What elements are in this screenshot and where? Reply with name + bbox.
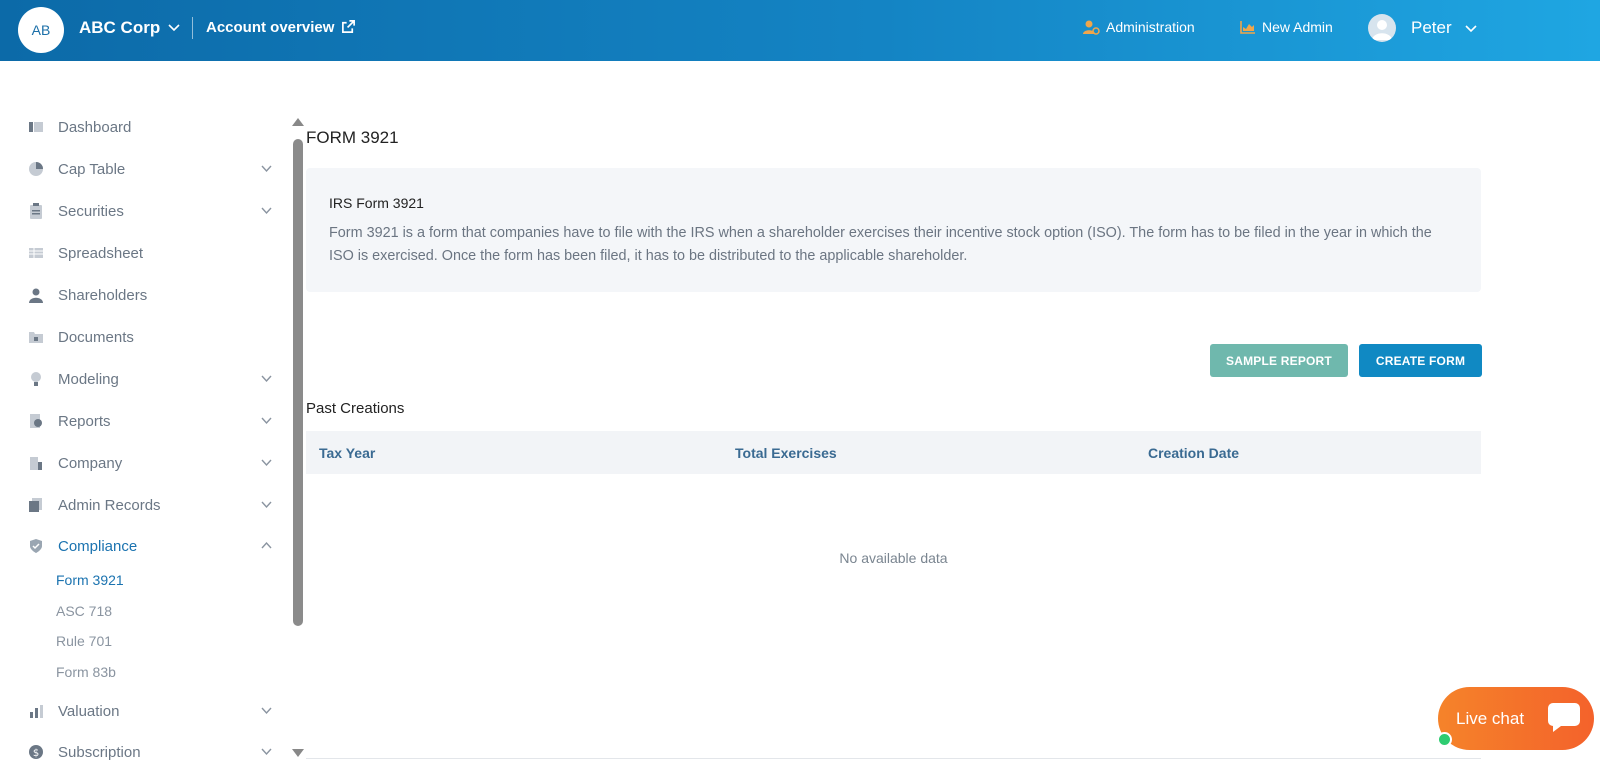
past-creations-heading: Past Creations bbox=[306, 400, 405, 417]
scroll-down-arrow[interactable] bbox=[292, 749, 304, 757]
svg-text:$: $ bbox=[33, 748, 39, 759]
empty-table-message: No available data bbox=[839, 550, 948, 566]
dollar-icon: $ bbox=[29, 745, 43, 759]
shield-icon bbox=[30, 539, 42, 553]
sidebar-item-label: Shareholders bbox=[58, 286, 148, 304]
administration-label: Administration bbox=[1106, 19, 1195, 35]
chevron-down-icon[interactable] bbox=[260, 204, 273, 217]
external-link-icon[interactable] bbox=[341, 19, 356, 34]
top-navigation-bar: AB ABC Corp Account overview Administrat… bbox=[0, 0, 1600, 61]
sidebar-item-label: Compliance bbox=[58, 537, 138, 555]
chevron-down-icon[interactable] bbox=[260, 456, 273, 469]
report-icon bbox=[30, 414, 42, 428]
person-icon bbox=[29, 288, 43, 303]
sidebar-item-label: Subscription bbox=[58, 743, 141, 761]
new-admin-label: New Admin bbox=[1262, 19, 1333, 35]
live-chat-button[interactable]: Live chat bbox=[1438, 687, 1594, 750]
administration-link[interactable]: Administration bbox=[1082, 19, 1195, 35]
column-header-total-exercises[interactable]: Total Exercises bbox=[735, 445, 837, 461]
table-header: Tax Year Total Exercises Creation Date bbox=[306, 431, 1481, 474]
sidebar-item-label: Cap Table bbox=[58, 160, 126, 178]
chat-bubble-icon bbox=[1548, 703, 1580, 732]
sidebar-item-admin-records[interactable]: Admin Records bbox=[28, 490, 283, 520]
info-panel: IRS Form 3921 Form 3921 is a form that c… bbox=[306, 168, 1481, 292]
info-description: Form 3921 is a form that companies have … bbox=[329, 225, 1432, 264]
building-icon bbox=[30, 457, 42, 470]
chevron-down-icon[interactable] bbox=[260, 414, 273, 427]
user-avatar[interactable] bbox=[1368, 14, 1396, 42]
sub-item-form-3921[interactable]: Form 3921 bbox=[56, 572, 124, 588]
sub-item-asc-718[interactable]: ASC 718 bbox=[56, 603, 112, 619]
user-icon bbox=[1372, 20, 1392, 40]
sidebar-item-valuation[interactable]: Valuation bbox=[28, 696, 283, 726]
pie-chart-icon bbox=[29, 162, 43, 176]
sidebar-item-securities[interactable]: Securities bbox=[28, 196, 283, 226]
live-chat-label: Live chat bbox=[1456, 708, 1525, 728]
company-avatar[interactable]: AB bbox=[18, 7, 64, 53]
sidebar-item-label: Admin Records bbox=[58, 496, 161, 514]
bar-chart-icon bbox=[30, 705, 43, 718]
chevron-down-icon[interactable] bbox=[260, 372, 273, 385]
sidebar-item-compliance[interactable]: Compliance bbox=[28, 531, 283, 561]
sidebar-item-spreadsheet[interactable]: Spreadsheet bbox=[28, 238, 283, 268]
sidebar-item-label: Modeling bbox=[58, 370, 119, 388]
chevron-down-icon[interactable] bbox=[166, 19, 182, 35]
sidebar-item-company[interactable]: Company bbox=[28, 448, 283, 478]
chevron-down-icon[interactable] bbox=[1463, 20, 1479, 36]
sample-report-button[interactable]: SAMPLE REPORT bbox=[1210, 344, 1348, 377]
admin-user-icon bbox=[1083, 20, 1100, 35]
records-icon bbox=[29, 498, 42, 512]
sidebar-item-reports[interactable]: Reports bbox=[28, 406, 283, 436]
online-status-dot bbox=[1437, 732, 1452, 747]
page-title: FORM 3921 bbox=[306, 128, 399, 147]
sidebar-item-cap-table[interactable]: Cap Table bbox=[28, 154, 283, 184]
table-bottom-divider bbox=[306, 758, 1481, 759]
chart-icon bbox=[1240, 21, 1255, 34]
lightbulb-icon bbox=[31, 372, 41, 386]
sidebar-item-documents[interactable]: Documents bbox=[28, 322, 283, 352]
header-divider bbox=[192, 17, 193, 39]
account-overview-link[interactable]: Account overview bbox=[206, 19, 334, 36]
sub-item-rule-701[interactable]: Rule 701 bbox=[56, 633, 112, 649]
sidebar-item-modeling[interactable]: Modeling bbox=[28, 364, 283, 394]
scroll-up-arrow[interactable] bbox=[292, 118, 304, 126]
chevron-down-icon[interactable] bbox=[260, 162, 273, 175]
folder-lock-icon bbox=[29, 332, 43, 343]
sub-item-form-83b[interactable]: Form 83b bbox=[56, 664, 116, 680]
sidebar-item-label: Documents bbox=[58, 328, 134, 346]
sidebar-item-shareholders[interactable]: Shareholders bbox=[28, 280, 283, 310]
clipboard-icon bbox=[30, 203, 42, 219]
sidebar-item-label: Securities bbox=[58, 202, 124, 220]
sidebar-item-label: Spreadsheet bbox=[58, 244, 144, 262]
column-header-creation-date[interactable]: Creation Date bbox=[1148, 445, 1239, 461]
sidebar-item-label: Valuation bbox=[58, 702, 120, 720]
info-title: IRS Form 3921 bbox=[329, 195, 424, 211]
company-name[interactable]: ABC Corp bbox=[79, 18, 160, 38]
new-admin-link[interactable]: New Admin bbox=[1240, 19, 1333, 35]
sidebar-item-label: Dashboard bbox=[58, 118, 132, 136]
sidebar-item-dashboard[interactable]: Dashboard bbox=[28, 112, 283, 142]
column-header-tax-year[interactable]: Tax Year bbox=[319, 445, 375, 461]
spreadsheet-icon bbox=[29, 248, 43, 258]
sidebar-item-subscription[interactable]: $ Subscription bbox=[28, 737, 283, 767]
sidebar-item-label: Company bbox=[58, 454, 123, 472]
dashboard-icon bbox=[29, 122, 43, 132]
chevron-down-icon[interactable] bbox=[260, 498, 273, 511]
sidebar-scrollbar-thumb[interactable] bbox=[293, 139, 303, 626]
chevron-down-icon[interactable] bbox=[260, 704, 273, 717]
chevron-down-icon[interactable] bbox=[260, 745, 273, 758]
sidebar-item-label: Reports bbox=[58, 412, 111, 430]
user-name[interactable]: Peter bbox=[1411, 18, 1452, 38]
create-form-button[interactable]: CREATE FORM bbox=[1359, 344, 1482, 377]
chevron-up-icon[interactable] bbox=[260, 539, 273, 552]
